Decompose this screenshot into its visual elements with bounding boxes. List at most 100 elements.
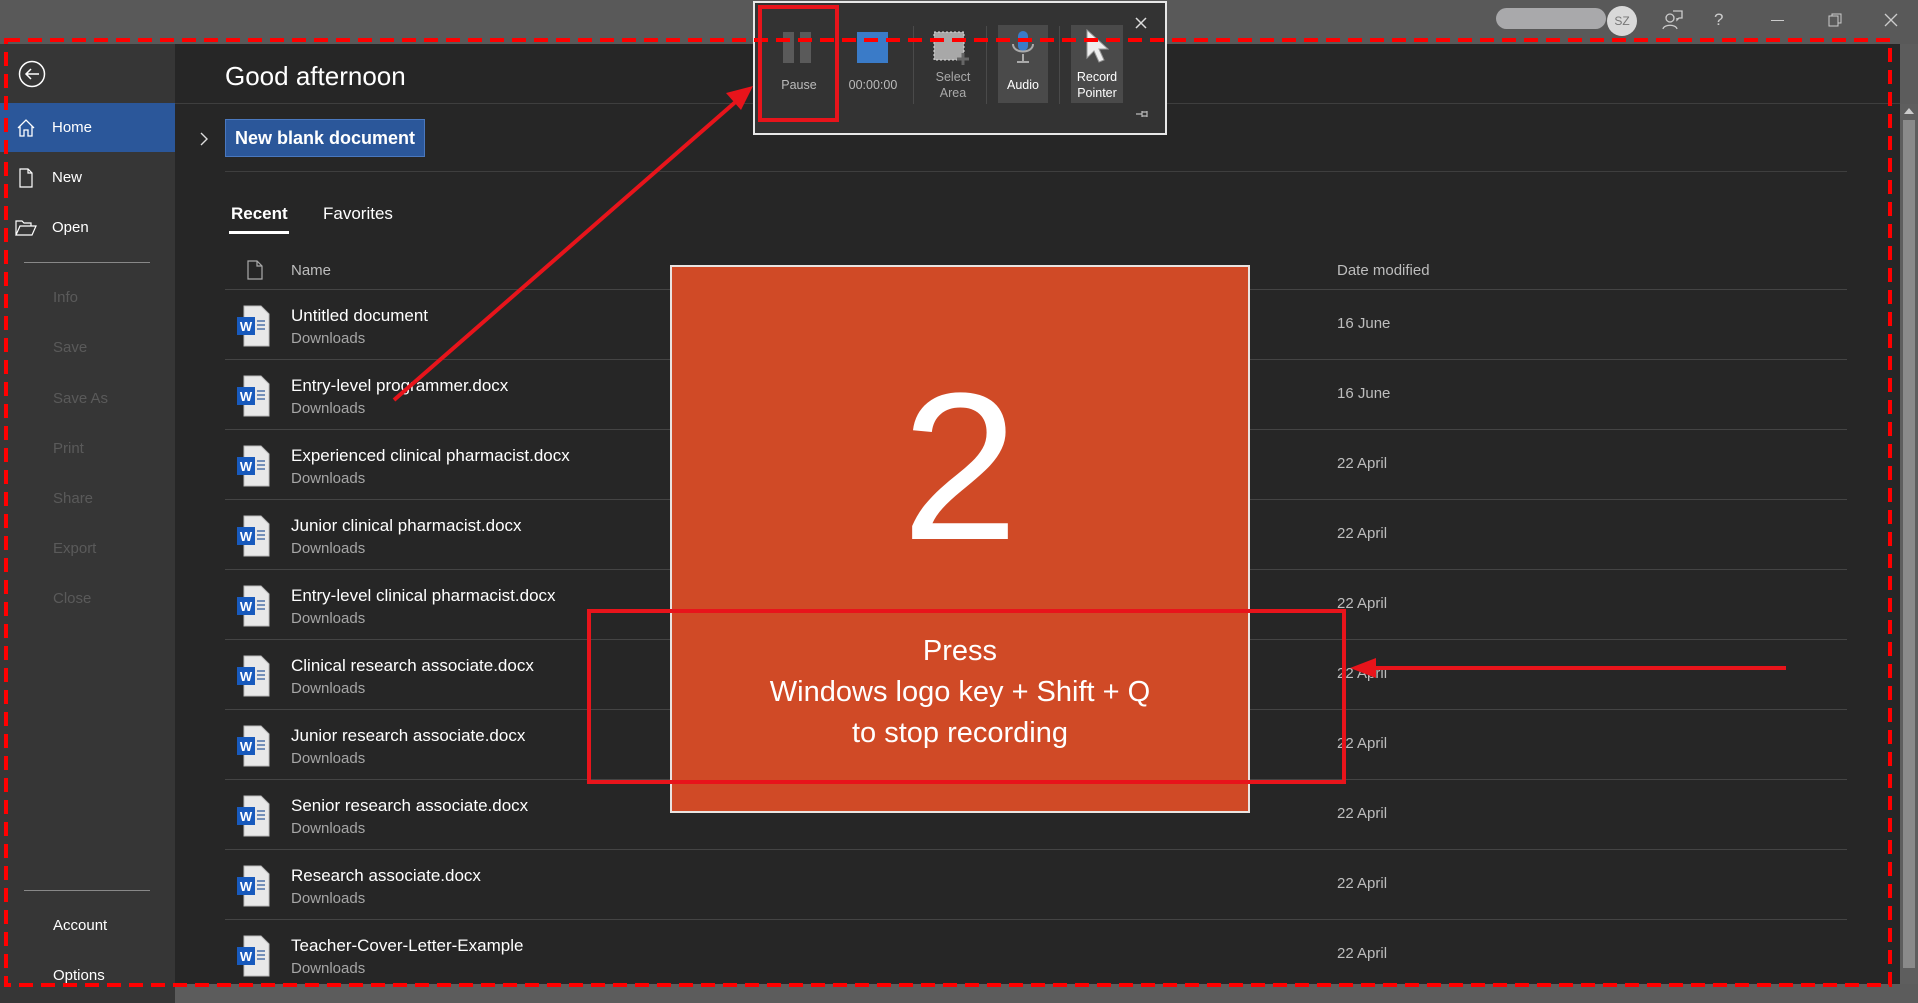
restore-icon[interactable] bbox=[1828, 13, 1842, 27]
sidebar-item-options[interactable]: Options bbox=[53, 967, 105, 984]
home-icon bbox=[17, 118, 35, 137]
tab-favorites[interactable]: Favorites bbox=[323, 204, 393, 224]
countdown-stop-text: to stop recording bbox=[851, 717, 1068, 749]
scroll-up-arrow-icon[interactable] bbox=[1904, 108, 1914, 114]
file-type-icon bbox=[247, 260, 263, 280]
sidebar-item-info: Info bbox=[53, 289, 79, 306]
feedback-icon[interactable] bbox=[1662, 9, 1684, 31]
file-location: Downloads bbox=[291, 610, 366, 627]
pause-button[interactable]: Pause bbox=[763, 9, 835, 121]
file-date: 16 June bbox=[1337, 315, 1391, 332]
file-location: Downloads bbox=[291, 400, 366, 417]
file-location: Downloads bbox=[291, 820, 366, 837]
minimize-icon[interactable] bbox=[1771, 20, 1784, 21]
file-location: Downloads bbox=[291, 750, 366, 767]
file-date: 16 June bbox=[1337, 385, 1391, 402]
new-document-icon bbox=[19, 167, 33, 188]
file-location: Downloads bbox=[291, 960, 366, 977]
file-location: Downloads bbox=[291, 470, 366, 487]
file-location: Downloads bbox=[291, 540, 366, 557]
new-blank-document-button[interactable]: New blank document bbox=[225, 119, 425, 157]
folder-open-icon bbox=[15, 219, 37, 236]
sidebar-item-print: Print bbox=[53, 440, 84, 457]
word-document-icon: W bbox=[237, 725, 270, 767]
close-toolbar-icon[interactable] bbox=[1135, 17, 1147, 29]
svg-text:W: W bbox=[240, 669, 253, 684]
sidebar-item-save-as: Save As bbox=[53, 390, 109, 407]
timer: 00:00:00 bbox=[848, 78, 898, 92]
chevron-right-icon[interactable] bbox=[199, 131, 209, 147]
bottom-strip bbox=[175, 984, 1918, 1003]
tab-active-underline bbox=[229, 231, 289, 234]
file-name: Entry-level programmer.docx bbox=[291, 376, 509, 395]
file-date: 22 April bbox=[1337, 805, 1388, 822]
sidebar-item-close: Close bbox=[53, 590, 92, 607]
record-pointer-button[interactable]: Record Pointer bbox=[1071, 25, 1123, 103]
sidebar-item-label: Open bbox=[52, 219, 89, 236]
scrollbar[interactable] bbox=[1900, 104, 1918, 984]
file-name: Untitled document bbox=[291, 306, 429, 325]
tab-recent[interactable]: Recent bbox=[231, 204, 288, 224]
divider bbox=[24, 262, 150, 263]
file-location: Downloads bbox=[291, 330, 366, 347]
sidebar-item-label: New bbox=[52, 169, 83, 186]
sidebar-item-share: Share bbox=[53, 490, 94, 507]
help-icon[interactable]: ? bbox=[1714, 10, 1723, 30]
word-document-icon: W bbox=[237, 375, 270, 417]
svg-text:W: W bbox=[240, 949, 253, 964]
countdown-press-text: Press bbox=[922, 635, 998, 667]
search-pill[interactable] bbox=[1496, 8, 1606, 29]
backstage-sidebar: Home New Open Info Save Save As Print Sh… bbox=[0, 44, 175, 1003]
divider bbox=[225, 171, 1847, 172]
back-arrow-icon[interactable] bbox=[18, 60, 46, 88]
record-pointer-label: Record Pointer bbox=[1076, 70, 1118, 100]
file-date: 22 April bbox=[1337, 735, 1388, 752]
sidebar-item-account[interactable]: Account bbox=[53, 917, 107, 934]
svg-text:W: W bbox=[240, 599, 253, 614]
file-name: Entry-level clinical pharmacist.docx bbox=[291, 586, 556, 605]
file-location: Downloads bbox=[291, 680, 366, 697]
sidebar-item-export: Export bbox=[53, 540, 97, 557]
recording-toolbar: Pause 00:00:00 Select Area Audio Record … bbox=[753, 1, 1167, 135]
close-window-icon[interactable] bbox=[1884, 13, 1898, 27]
audio-button[interactable]: Audio bbox=[998, 25, 1048, 103]
sidebar-item-save: Save bbox=[53, 339, 88, 356]
column-header-name[interactable]: Name bbox=[291, 262, 331, 279]
column-header-date[interactable]: Date modified bbox=[1337, 262, 1430, 279]
word-document-icon: W bbox=[237, 305, 270, 347]
page-title: Good afternoon bbox=[225, 61, 406, 91]
file-name: Teacher-Cover-Letter-Example bbox=[291, 936, 524, 955]
svg-text:W: W bbox=[240, 389, 253, 404]
sidebar-item-home[interactable]: Home bbox=[0, 103, 175, 152]
avatar[interactable]: SZ bbox=[1607, 6, 1637, 36]
cursor-pointer-icon bbox=[1086, 28, 1109, 63]
sidebar-item-new[interactable]: New bbox=[0, 153, 175, 202]
sidebar-item-open[interactable]: Open bbox=[0, 203, 175, 252]
svg-text:W: W bbox=[240, 879, 253, 894]
separator bbox=[986, 26, 987, 104]
audio-label: Audio bbox=[1007, 78, 1039, 92]
countdown-number: 2 bbox=[901, 349, 1019, 584]
stop-icon[interactable] bbox=[857, 32, 888, 63]
file-name: Research associate.docx bbox=[291, 866, 481, 885]
pause-icon bbox=[783, 32, 811, 63]
file-name: Experienced clinical pharmacist.docx bbox=[291, 446, 570, 465]
svg-text:W: W bbox=[240, 809, 253, 824]
separator bbox=[1059, 26, 1060, 104]
word-document-icon: W bbox=[237, 585, 270, 627]
select-area-button[interactable]: Select Area bbox=[921, 25, 985, 105]
separator bbox=[913, 26, 914, 104]
scrollbar-thumb[interactable] bbox=[1903, 120, 1915, 968]
file-date: 22 April bbox=[1337, 595, 1388, 612]
pin-icon[interactable] bbox=[1136, 110, 1148, 118]
file-row[interactable]: W Teacher-Cover-Letter-Example Downloads… bbox=[225, 920, 1847, 990]
svg-text:W: W bbox=[240, 529, 253, 544]
word-document-icon: W bbox=[237, 935, 270, 977]
pause-label: Pause bbox=[781, 78, 817, 92]
file-name: Junior research associate.docx bbox=[291, 726, 526, 745]
word-document-icon: W bbox=[237, 655, 270, 697]
svg-text:W: W bbox=[240, 459, 253, 474]
svg-text:W: W bbox=[240, 739, 253, 754]
file-date: 22 April bbox=[1337, 455, 1388, 472]
file-row[interactable]: W Research associate.docx Downloads 22 A… bbox=[225, 850, 1847, 920]
